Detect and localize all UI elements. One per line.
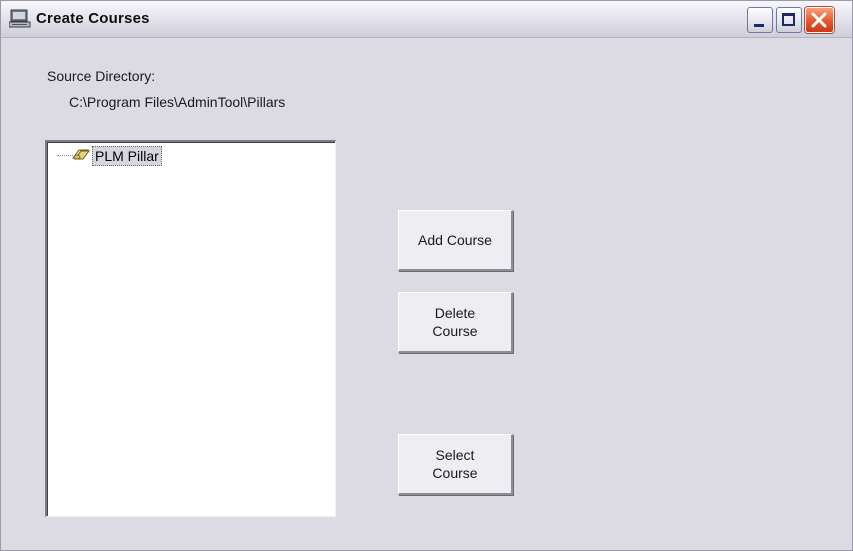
minimize-button[interactable] [747,7,773,33]
computer-icon [9,9,31,28]
tree-item-plm-pillar[interactable]: PLM Pillar [92,146,162,166]
pillar-folder-icon [72,149,90,160]
source-directory-label: Source Directory: [47,68,156,84]
add-course-button[interactable]: Add Course [398,210,513,271]
delete-course-label: Delete Course [432,305,478,339]
close-button[interactable] [805,7,834,33]
minimize-icon [754,24,764,27]
title-bar[interactable]: Create Courses [1,1,852,38]
close-icon [811,12,827,28]
select-course-button[interactable]: Select Course [398,434,513,495]
source-directory-path: C:\Program Files\AdminTool\Pillars [69,94,286,110]
create-courses-window: Create Courses Source Directory: C:\Prog… [0,0,853,551]
maximize-button[interactable] [776,7,802,33]
select-course-label: Select Course [432,447,478,481]
maximize-icon [782,13,795,26]
course-tree[interactable]: PLM Pillar [45,140,336,517]
window-title: Create Courses [36,10,150,27]
add-course-label: Add Course [418,232,492,248]
delete-course-button[interactable]: Delete Course [398,292,513,353]
